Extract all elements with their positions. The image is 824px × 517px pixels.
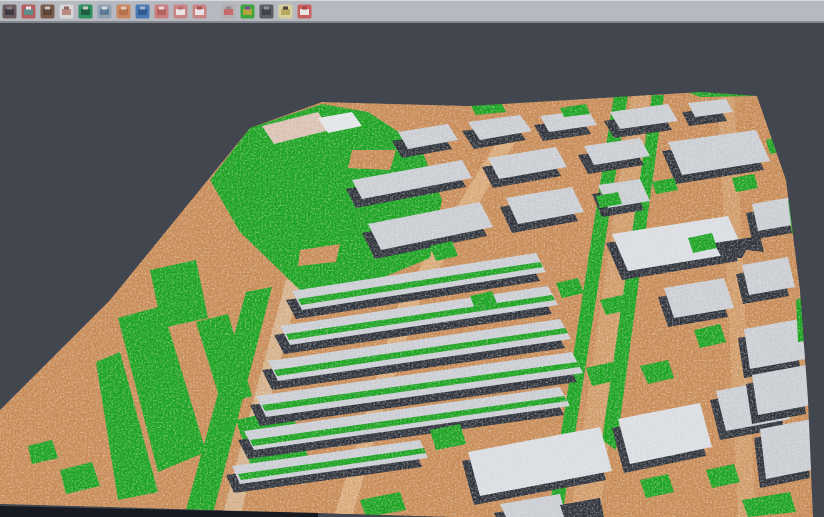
point-cloud-render[interactable]	[0, 0, 824, 517]
dem-icon[interactable]	[116, 4, 131, 19]
point-cloud-icon[interactable]	[2, 4, 17, 19]
clear-filter-icon[interactable]	[278, 4, 293, 19]
globe-georeference-icon[interactable]	[135, 4, 150, 19]
box-selection-icon[interactable]	[192, 4, 207, 19]
classified-points-icon[interactable]	[21, 4, 36, 19]
contour-lines-icon[interactable]	[154, 4, 169, 19]
main-toolbar	[0, 0, 824, 23]
terrain-model-icon[interactable]	[40, 4, 55, 19]
circle-selection-icon[interactable]	[173, 4, 188, 19]
flag-measure-icon[interactable]	[297, 4, 312, 19]
profile-view-icon[interactable]	[97, 4, 112, 19]
classification-render-icon[interactable]	[240, 4, 255, 19]
grid-clip-icon[interactable]	[221, 4, 236, 19]
settings-gear-icon[interactable]	[259, 4, 274, 19]
sparse-cloud-icon[interactable]	[59, 4, 74, 19]
viewport-3d[interactable]	[0, 0, 824, 517]
vegetation-model-icon[interactable]	[78, 4, 93, 19]
